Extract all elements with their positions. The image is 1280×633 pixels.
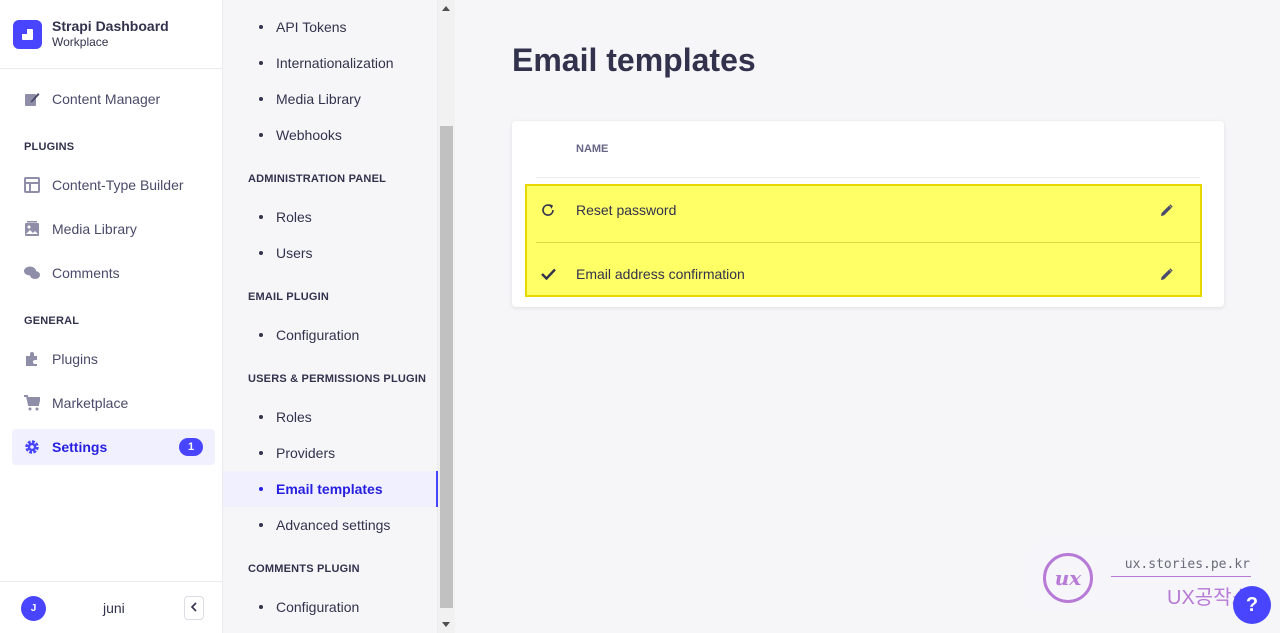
subnav-item-admin-users[interactable]: Users: [223, 235, 438, 271]
table-header-name: NAME: [576, 143, 609, 155]
subnav-item-api-tokens[interactable]: API Tokens: [223, 9, 438, 45]
subnav-item-admin-roles[interactable]: Roles: [223, 199, 438, 235]
subnav-section-admin: ADMINISTRATION PANEL: [248, 173, 387, 185]
subnav-item-comments-configuration[interactable]: Configuration: [223, 589, 438, 625]
nav-plugins[interactable]: Plugins: [12, 341, 215, 377]
ux-logo-icon: ux: [1043, 553, 1093, 603]
nav-marketplace[interactable]: Marketplace: [12, 385, 215, 421]
cart-icon: [24, 395, 40, 411]
nav-comments[interactable]: Comments: [12, 255, 215, 291]
subnav-item-media-library[interactable]: Media Library: [223, 81, 438, 117]
watermark: ux ux.stories.pe.kr UX공작소: [1031, 543, 1260, 613]
nav-label: Media Library: [52, 221, 137, 237]
subnav-item-webhooks[interactable]: Webhooks: [223, 117, 438, 153]
bullet-icon: [259, 25, 263, 29]
nav-settings[interactable]: Settings 1: [12, 429, 215, 465]
brand[interactable]: Strapi Dashboard Workplace: [0, 0, 222, 69]
subnav-item-email-configuration[interactable]: Configuration: [223, 317, 438, 353]
nav-section-general: GENERAL: [24, 315, 80, 327]
check-icon: [540, 266, 556, 282]
avatar[interactable]: J: [21, 596, 46, 621]
subnav-scrollbar[interactable]: [438, 0, 455, 633]
image-icon: [24, 221, 40, 237]
bullet-icon: [259, 251, 263, 255]
edit-pencil-icon[interactable]: [1158, 202, 1174, 218]
nav-label: Comments: [52, 265, 120, 281]
nav-section-plugins: PLUGINS: [24, 141, 75, 153]
scroll-thumb[interactable]: [440, 126, 453, 608]
subnav-label: Users: [276, 245, 313, 261]
collapse-nav-button[interactable]: [184, 596, 204, 620]
chevron-left-icon: [190, 599, 198, 617]
gear-icon: [24, 439, 40, 455]
subnav-item-up-roles[interactable]: Roles: [223, 399, 438, 435]
subnav-section-users-permissions: USERS & PERMISSIONS PLUGIN: [248, 373, 427, 385]
subnav-label: Configuration: [276, 327, 360, 343]
nav-content-manager[interactable]: Content Manager: [12, 81, 215, 117]
edit-pencil-icon[interactable]: [1158, 266, 1174, 282]
bullet-icon: [259, 333, 263, 337]
bullet-icon: [259, 451, 263, 455]
subnav-label: API Tokens: [276, 19, 347, 35]
bullet-icon: [259, 97, 263, 101]
subnav-section-comments: COMMENTS PLUGIN: [248, 563, 360, 575]
nav-label: Content-Type Builder: [52, 177, 184, 193]
main-nav: Strapi Dashboard Workplace Content Manag…: [0, 0, 223, 633]
nav-media-library[interactable]: Media Library: [12, 211, 215, 247]
subnav-label: Webhooks: [276, 127, 342, 143]
nav-label: Marketplace: [52, 395, 129, 411]
bullet-icon: [259, 61, 263, 65]
bullet-icon: [259, 487, 263, 491]
nav-label: Content Manager: [52, 91, 161, 107]
help-button[interactable]: ?: [1233, 586, 1271, 624]
bullet-icon: [259, 415, 263, 419]
subnav-label: Roles: [276, 409, 312, 425]
nav-content-type-builder[interactable]: Content-Type Builder: [12, 167, 215, 203]
puzzle-icon: [24, 351, 40, 367]
scroll-down-arrow-icon[interactable]: [442, 622, 450, 627]
strapi-logo-icon: [13, 19, 42, 49]
subnav-label: Advanced settings: [276, 517, 391, 533]
subnav-item-email-templates[interactable]: Email templates: [223, 471, 438, 507]
scroll-up-arrow-icon[interactable]: [442, 6, 450, 11]
nav-label: Settings: [52, 439, 108, 455]
page-title: Email templates: [512, 42, 756, 78]
brand-subtitle: Workplace: [52, 35, 109, 49]
table-row-email-confirmation[interactable]: Email address confirmation: [536, 248, 1200, 300]
watermark-url: ux.stories.pe.kr: [1124, 557, 1250, 572]
email-templates-table: NAME Reset password Email address confir…: [512, 121, 1224, 307]
subnav-label: Internationalization: [276, 55, 394, 71]
subnav-item-advanced-settings[interactable]: Advanced settings: [223, 507, 438, 543]
subnav-label: Configuration: [276, 599, 360, 615]
subnav-label: Roles: [276, 209, 312, 225]
brand-title: Strapi Dashboard: [52, 18, 169, 34]
subnav-label: Providers: [276, 445, 336, 461]
refresh-icon: [540, 202, 556, 218]
layout-icon: [24, 177, 40, 193]
user-name[interactable]: juni: [103, 600, 125, 616]
pencil-square-icon: [24, 91, 40, 107]
subnav-section-email: EMAIL PLUGIN: [248, 291, 330, 303]
subnav-label: Email templates: [276, 481, 383, 497]
row-divider: [536, 242, 1200, 243]
subnav-label: Media Library: [276, 91, 361, 107]
subnav-item-internationalization[interactable]: Internationalization: [223, 45, 438, 81]
comments-icon: [24, 265, 40, 281]
table-header-divider: [536, 177, 1200, 178]
bullet-icon: [259, 215, 263, 219]
watermark-divider: [1111, 576, 1251, 577]
bullet-icon: [259, 133, 263, 137]
nav-label: Plugins: [52, 351, 98, 367]
table-row-reset-password[interactable]: Reset password: [536, 184, 1200, 236]
user-bar: J juni: [0, 581, 223, 633]
bullet-icon: [259, 605, 263, 609]
settings-subnav: API Tokens Internationalization Media Li…: [223, 0, 438, 633]
row-name: Email address confirmation: [576, 266, 745, 282]
bullet-icon: [259, 523, 263, 527]
subnav-item-providers[interactable]: Providers: [223, 435, 438, 471]
settings-badge: 1: [179, 438, 203, 456]
row-name: Reset password: [576, 202, 677, 218]
